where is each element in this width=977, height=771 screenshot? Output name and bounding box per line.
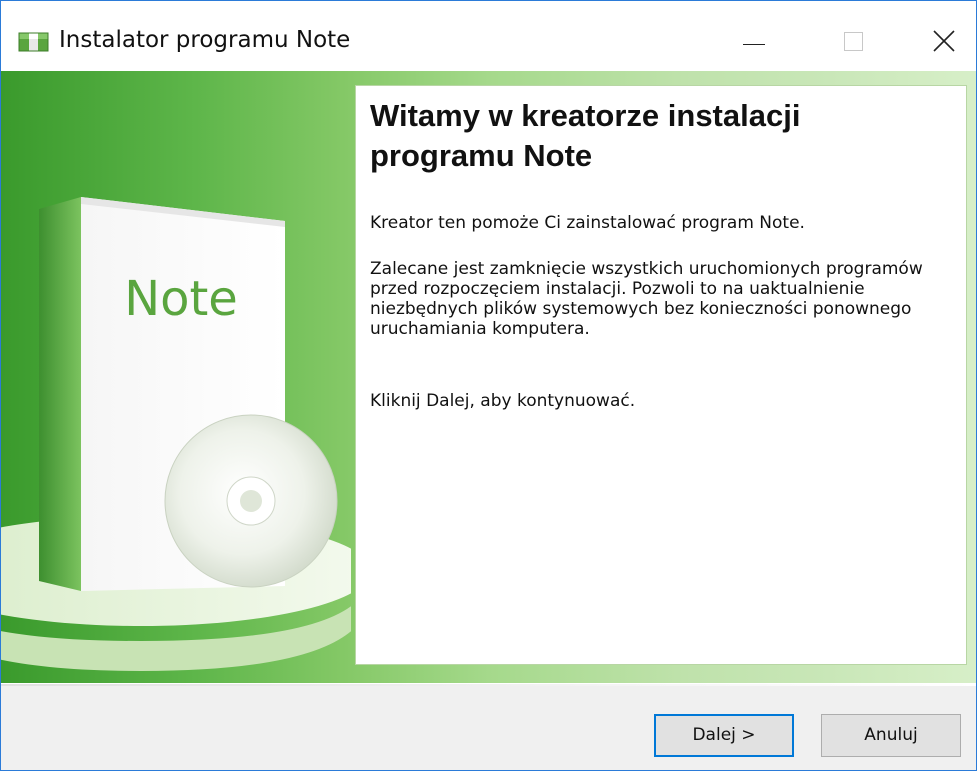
box-label: Note [124, 271, 238, 327]
continue-paragraph: Kliknij Dalej, aby kontynuować. [370, 391, 636, 411]
wizard-content: Note Witamy w kreatorze instalacji progr… [1, 71, 976, 683]
next-button[interactable]: Dalej > [654, 714, 794, 757]
maximize-icon[interactable] [824, 15, 884, 67]
product-box-illustration: Note [1, 197, 351, 671]
installer-window: Instalator programu Note Note Witamy w k… [0, 0, 977, 771]
recommendation-paragraph: Zalecane jest zamknięcie wszystkich uruc… [370, 259, 923, 339]
page-title: Witamy w kreatorze instalacji programu N… [370, 98, 801, 173]
close-icon[interactable] [914, 15, 974, 67]
window-title: Instalator programu Note [59, 27, 351, 53]
button-bar: Dalej > Anuluj [1, 686, 976, 770]
minimize-icon[interactable] [724, 15, 784, 67]
title-bar[interactable]: Instalator programu Note [1, 1, 976, 71]
intro-paragraph: Kreator ten pomoże Ci zainstalować progr… [370, 213, 805, 233]
cancel-button[interactable]: Anuluj [821, 714, 961, 757]
welcome-text-panel: Witamy w kreatorze instalacji programu N… [355, 85, 967, 665]
installer-package-icon [18, 32, 49, 52]
